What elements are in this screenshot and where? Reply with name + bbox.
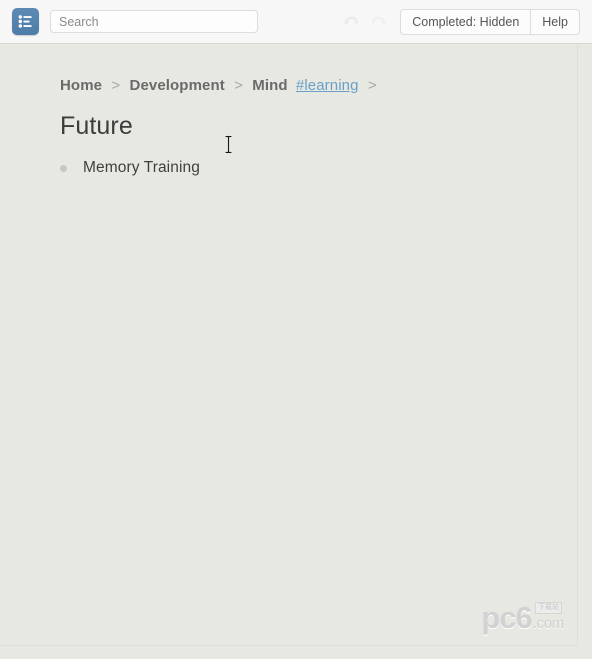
breadcrumb-item-development[interactable]: Development xyxy=(130,77,225,94)
breadcrumb: Home > Development > Mind #learning > xyxy=(60,77,577,95)
watermark-logo-text: pc6 xyxy=(481,600,532,635)
list-item[interactable]: Memory Training xyxy=(0,157,577,179)
completed-filter-button[interactable]: Completed: Hidden xyxy=(400,8,532,35)
watermark: pc6 .com 下载站 xyxy=(481,600,565,635)
page-content: Home > Development > Mind #learning > Fu… xyxy=(0,44,578,646)
watermark-domain-suffix: .com xyxy=(532,615,565,632)
item-list: Memory Training xyxy=(0,157,577,179)
undo-arrow-icon[interactable] xyxy=(340,11,362,33)
breadcrumb-separator: > xyxy=(111,77,121,94)
search-input[interactable] xyxy=(50,10,258,33)
breadcrumb-trailing-separator: > xyxy=(367,77,377,94)
redo-arrow-icon[interactable] xyxy=(368,11,390,33)
help-button[interactable]: Help xyxy=(531,8,580,35)
bullet-icon xyxy=(60,164,67,172)
breadcrumb-item-mind[interactable]: Mind xyxy=(252,77,287,94)
watermark-badge: 下载站 xyxy=(535,602,562,614)
list-menu-icon[interactable] xyxy=(12,8,39,35)
top-toolbar: Completed: Hidden Help xyxy=(0,0,592,44)
toolbar-right-buttons: Completed: Hidden Help xyxy=(400,8,580,35)
breadcrumb-tag-learning[interactable]: #learning xyxy=(296,77,359,94)
list-item-label: Memory Training xyxy=(83,159,200,176)
page-title: Future xyxy=(60,112,133,140)
breadcrumb-item-home[interactable]: Home xyxy=(60,77,102,94)
breadcrumb-separator: > xyxy=(234,77,243,94)
history-button-group xyxy=(340,11,390,33)
